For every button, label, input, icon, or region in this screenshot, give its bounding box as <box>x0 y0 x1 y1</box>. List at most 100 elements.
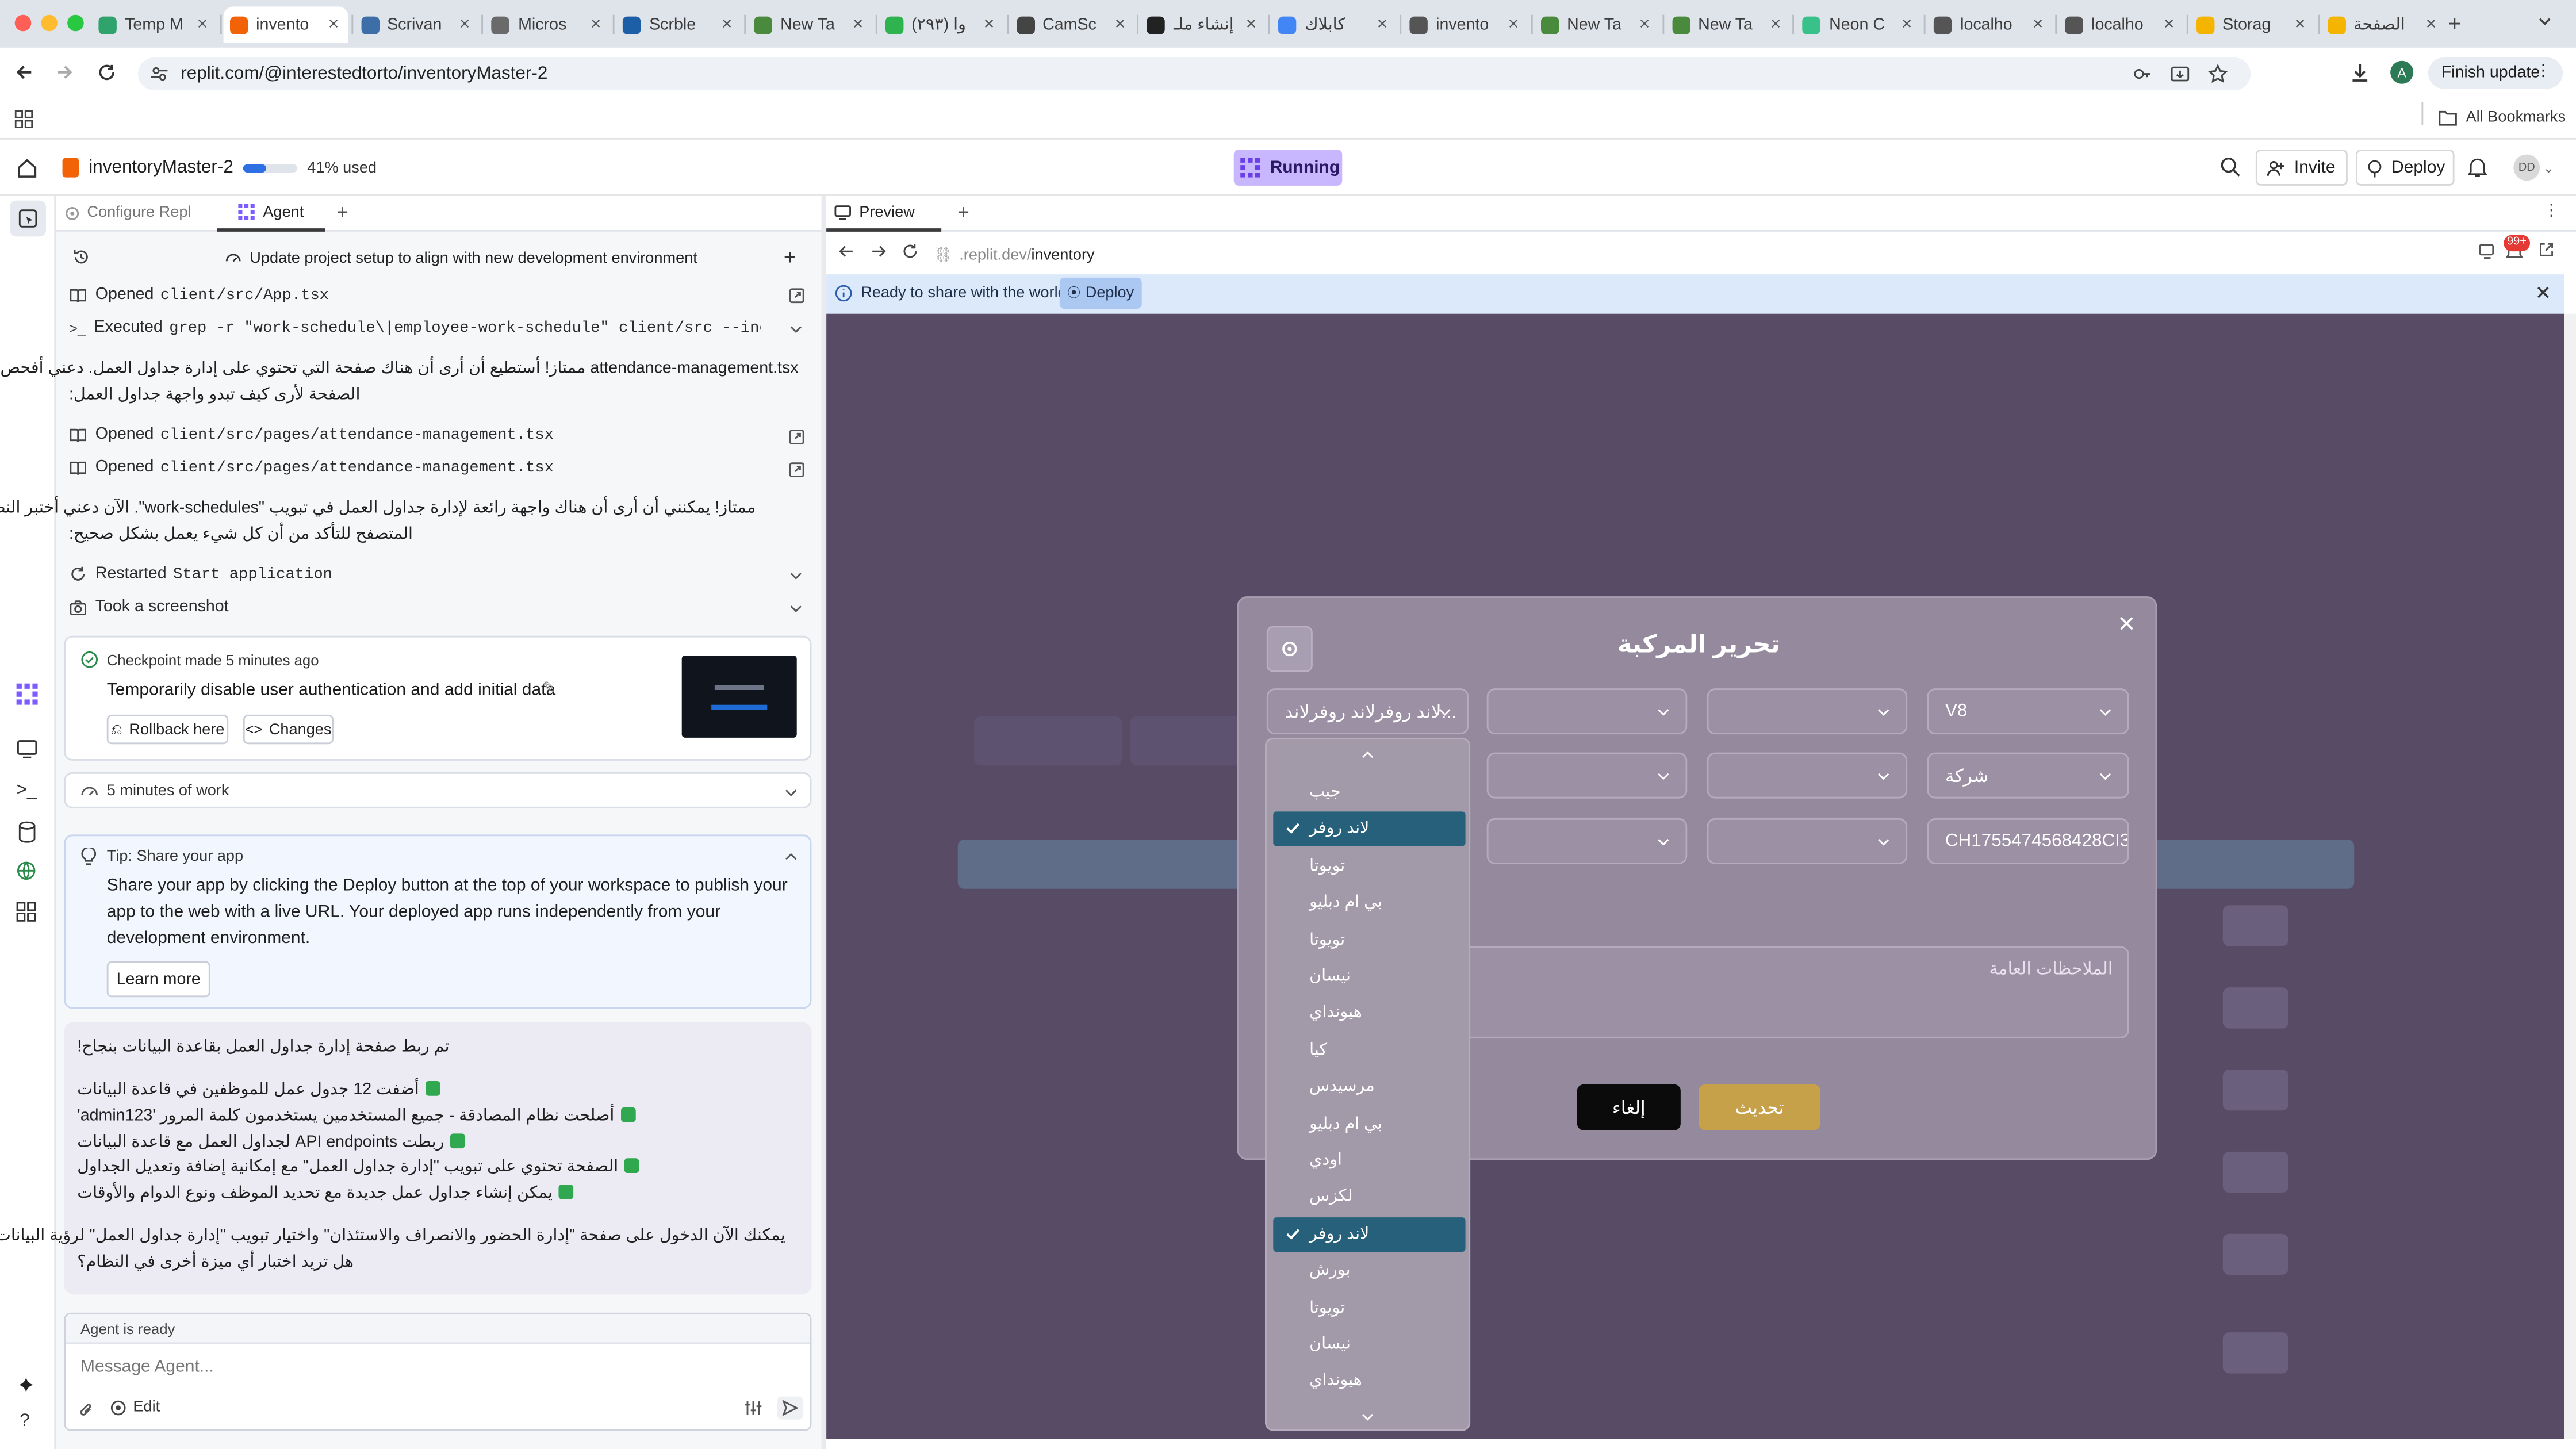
browser-tab[interactable]: إنشاء ملـ × <box>1141 6 1266 43</box>
restarted-row[interactable]: Restarted Start application <box>69 565 332 583</box>
apps-grid-icon[interactable] <box>14 110 33 128</box>
close-tab-icon[interactable]: × <box>459 15 470 34</box>
password-key-icon[interactable] <box>2133 64 2152 83</box>
owner-type-select[interactable]: شركة <box>1927 752 2129 799</box>
brand-dropdown-list[interactable]: جيب لاند روفر تويوتا بي ام دبليو تويوتا نيسان… <box>1265 737 1471 1431</box>
brand-option[interactable]: اودي <box>1273 1144 1465 1178</box>
brand-option[interactable]: لكزس <box>1273 1180 1465 1215</box>
screenshot-row[interactable]: Took a screenshot <box>69 598 229 616</box>
browser-tab[interactable]: CamSc × <box>1010 6 1134 43</box>
add-preview-tab-button[interactable]: + <box>958 201 969 224</box>
tab-preview[interactable]: Preview <box>826 195 942 232</box>
browser-tab[interactable]: Storag × <box>2190 6 2314 43</box>
close-tab-icon[interactable]: × <box>1508 15 1519 34</box>
close-tab-icon[interactable]: × <box>2426 15 2436 34</box>
browser-tab[interactable]: (۲۹۳) وا × <box>879 6 1003 43</box>
cancel-button[interactable]: إلغاء <box>1577 1084 1681 1130</box>
learn-more-button[interactable]: Learn more <box>106 961 210 998</box>
close-tab-icon[interactable]: × <box>1377 15 1387 34</box>
add-tab-button[interactable]: + <box>337 201 348 224</box>
settings-button[interactable] <box>1266 626 1313 672</box>
brand-option[interactable]: كيا <box>1273 1033 1465 1068</box>
brand-option[interactable]: تويوتا <box>1273 1291 1465 1325</box>
close-tab-icon[interactable]: × <box>2164 15 2174 34</box>
deploy-button[interactable]: Deploy <box>2356 150 2455 186</box>
brand-option[interactable]: تويوتا <box>1273 849 1465 884</box>
invite-button[interactable]: Invite <box>2255 150 2348 186</box>
opened-page-row-2[interactable]: Opened client/src/pages/attendance-manag… <box>69 458 554 477</box>
preview-back-icon[interactable] <box>838 243 854 260</box>
opened-page-row-1[interactable]: Opened client/src/pages/attendance-manag… <box>69 425 554 443</box>
brand-option[interactable]: لاند روفر <box>1273 1217 1466 1252</box>
history-icon[interactable] <box>72 248 90 266</box>
brand-option[interactable]: لاند روفر <box>1273 812 1466 847</box>
year-select[interactable] <box>1707 688 1908 735</box>
work-duration-row[interactable]: 5 minutes of work <box>64 772 812 808</box>
brand-option[interactable]: هيونداي <box>1273 996 1465 1031</box>
tab-configure-repl[interactable]: Configure Repl <box>64 204 191 222</box>
edit-mode-button[interactable]: Edit <box>110 1398 160 1416</box>
browser-tab[interactable]: localho × <box>1927 6 2052 43</box>
maximize-window-button[interactable] <box>67 14 84 32</box>
close-banner-icon[interactable] <box>2535 284 2552 301</box>
close-tab-icon[interactable]: × <box>1246 15 1256 34</box>
close-tab-icon[interactable]: × <box>2033 15 2043 34</box>
open-file-icon[interactable] <box>788 462 805 478</box>
preview-rail-icon[interactable] <box>17 739 38 759</box>
browser-tab[interactable]: Scrivan × <box>354 6 479 43</box>
brand-select[interactable]: ...لاند روفرلاند روفرلاند <box>1266 688 1469 735</box>
brand-option[interactable]: جيب <box>1273 776 1465 810</box>
all-bookmarks-button[interactable]: All Bookmarks <box>2438 109 2566 126</box>
collapse-chevron-icon[interactable] <box>784 849 799 864</box>
send-button[interactable] <box>777 1396 804 1420</box>
preview-scrollbar[interactable] <box>2564 313 2576 1439</box>
message-agent-input[interactable] <box>67 1347 791 1387</box>
browser-tab[interactable]: localho × <box>2058 6 2183 43</box>
minimize-window-button[interactable] <box>41 14 57 32</box>
close-tab-icon[interactable]: × <box>1770 15 1781 34</box>
repl-name[interactable]: inventoryMaster-2 <box>89 158 233 177</box>
opened-app-row[interactable]: Opened client/src/App.tsx <box>69 286 329 304</box>
expand-chevron-icon[interactable] <box>788 569 803 584</box>
browser-tab[interactable]: Temp M × <box>92 6 217 43</box>
engine-select[interactable]: V8 <box>1927 688 2129 735</box>
brand-option[interactable]: مرسيدس <box>1273 1070 1465 1105</box>
new-thread-button[interactable]: + <box>784 245 796 270</box>
close-tab-icon[interactable]: × <box>328 15 339 34</box>
run-status-button[interactable]: Running <box>1233 150 1343 186</box>
status-select[interactable] <box>1707 752 1908 799</box>
close-icon[interactable] <box>2118 615 2136 632</box>
forward-arrow-icon[interactable] <box>54 63 74 82</box>
browser-tab[interactable]: New Ta × <box>747 6 872 43</box>
update-button[interactable]: تحديث <box>1699 1084 1820 1130</box>
checkpoint-thumbnail[interactable] <box>681 656 797 738</box>
globe-rail-icon[interactable] <box>17 861 36 880</box>
open-file-icon[interactable] <box>788 288 805 304</box>
scroll-up-chevron-icon[interactable] <box>1360 747 1375 762</box>
close-tab-icon[interactable]: × <box>591 15 601 34</box>
pencil-icon[interactable]: ✎ <box>542 680 556 698</box>
brand-option[interactable]: بي ام دبليو <box>1273 886 1465 921</box>
help-icon[interactable]: ? <box>20 1411 30 1431</box>
brand-option[interactable]: تويوتا <box>1273 923 1465 957</box>
browser-tab[interactable]: Micros × <box>485 6 610 43</box>
bell-icon[interactable] <box>2467 156 2487 177</box>
browser-tab[interactable]: New Ta × <box>1534 6 1659 43</box>
shell-rail-icon[interactable]: >_ <box>17 780 37 800</box>
close-tab-icon[interactable]: × <box>853 15 863 34</box>
browser-tab[interactable]: Scrble × <box>616 6 741 43</box>
close-tab-icon[interactable]: × <box>1639 15 1650 34</box>
avatar-chevron-icon[interactable]: ⌄ <box>2543 161 2554 176</box>
chassis-number-input[interactable]: CH1755474568428CI3 <box>1927 818 2129 864</box>
brand-option[interactable]: نيسان <box>1273 960 1465 994</box>
browser-tab[interactable]: New Ta × <box>1665 6 1790 43</box>
banner-deploy-button[interactable]: ⦿ Deploy <box>1059 277 1142 309</box>
expand-chevron-icon[interactable] <box>788 601 803 616</box>
color-select[interactable] <box>1486 752 1688 799</box>
browser-tab[interactable]: invento × <box>223 6 348 43</box>
preview-forward-icon[interactable] <box>871 243 887 260</box>
brand-option[interactable]: بي ام دبليو <box>1273 1107 1465 1141</box>
brand-option[interactable]: هيونداي <box>1273 1364 1465 1399</box>
browser-tab[interactable]: كابلاك × <box>1272 6 1397 43</box>
close-tab-icon[interactable]: × <box>1115 15 1125 34</box>
